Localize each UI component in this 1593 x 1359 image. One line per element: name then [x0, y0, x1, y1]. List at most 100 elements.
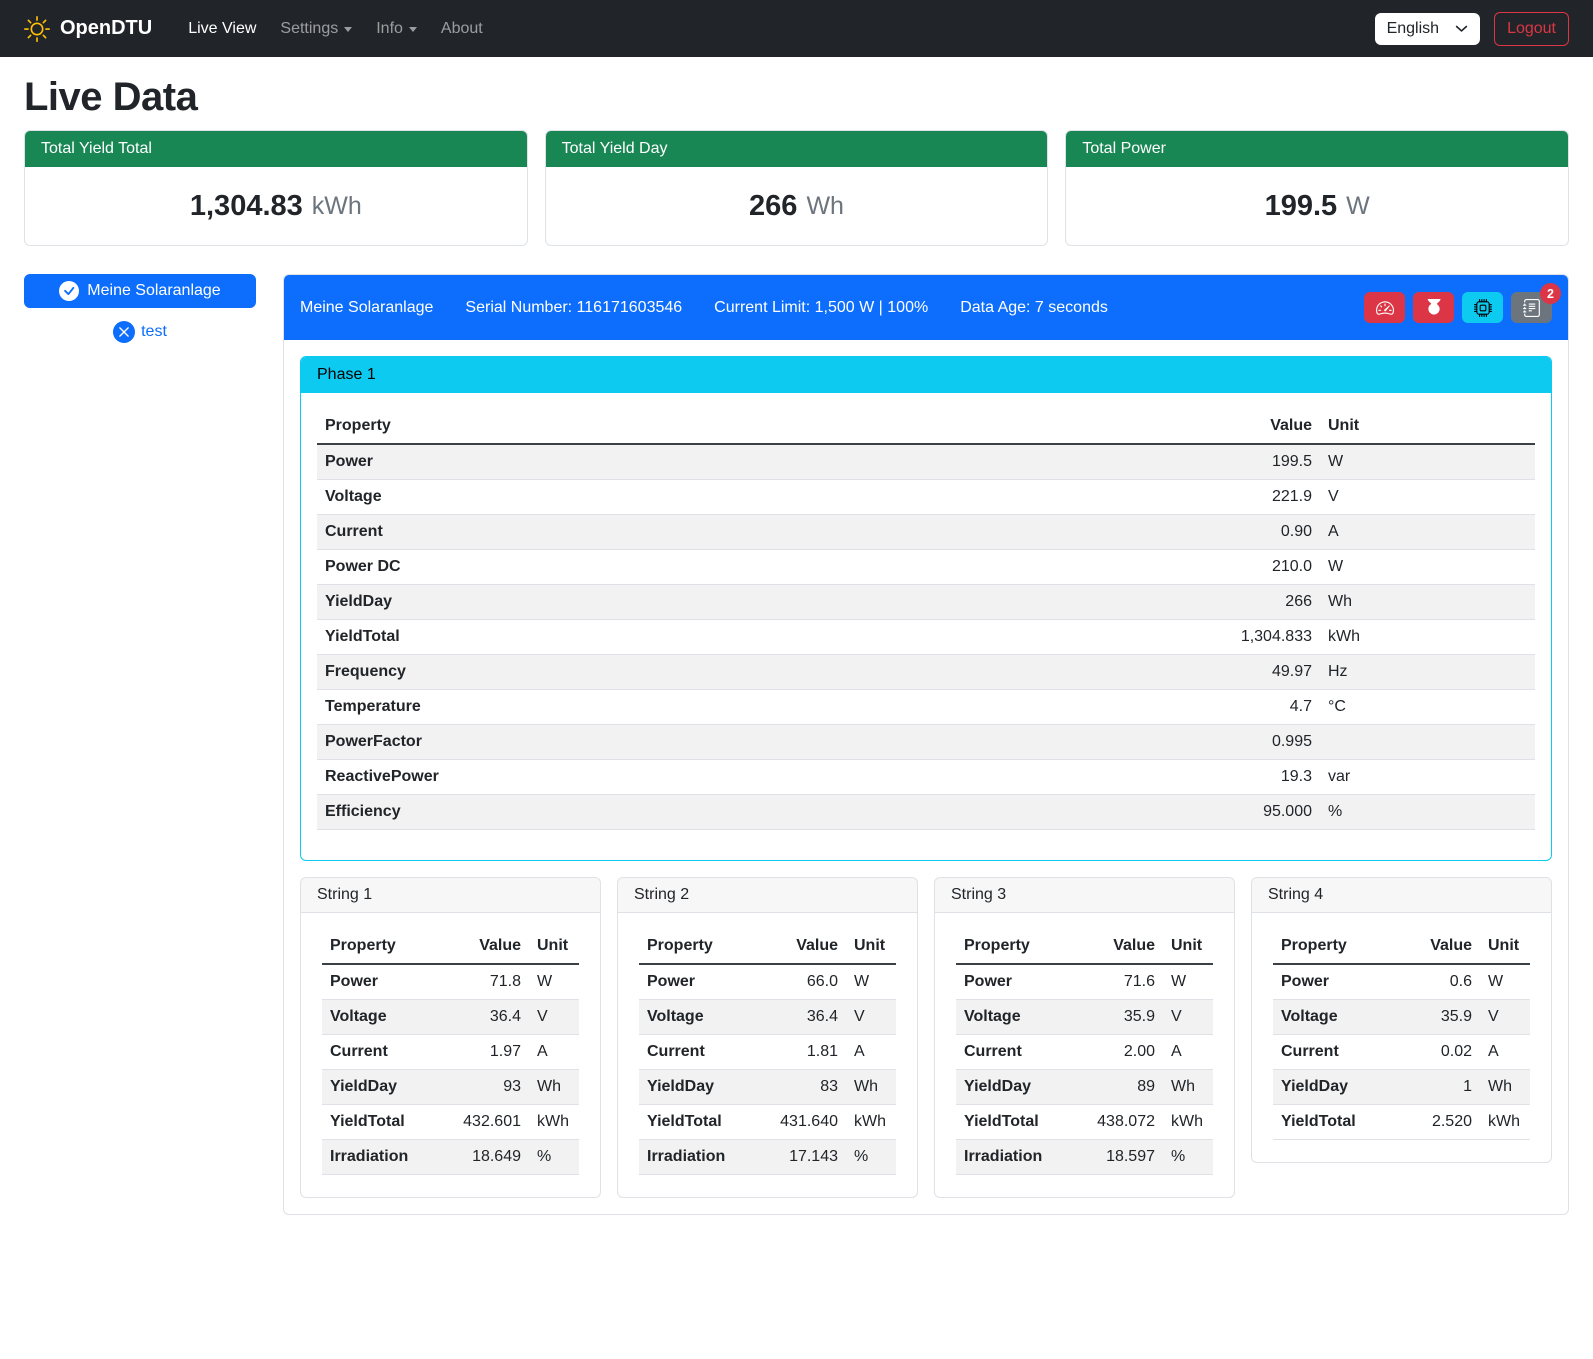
table-row: YieldDay266Wh — [317, 585, 1535, 620]
power-button[interactable] — [1413, 292, 1454, 323]
string-3-table: Property Value Unit Power71.6WVoltage35.… — [956, 929, 1213, 1175]
card-title: Total Yield Total — [25, 131, 527, 167]
table-row: Voltage221.9V — [317, 480, 1535, 515]
string-title: String 3 — [935, 878, 1234, 913]
property-cell: PowerFactor — [317, 725, 1180, 760]
value-cell: 266 — [1180, 585, 1320, 620]
table-row: Current0.90A — [317, 515, 1535, 550]
value-cell: 71.8 — [447, 964, 529, 1000]
nav-item-about[interactable]: About — [433, 12, 491, 46]
nav-item-settings[interactable]: Settings — [272, 12, 360, 46]
inverter-header: Meine Solaranlage Serial Number: 1161716… — [284, 275, 1568, 340]
nav-item-live-view[interactable]: Live View — [180, 12, 264, 46]
language-select[interactable]: English — [1375, 13, 1480, 45]
card-title: Total Power — [1066, 131, 1568, 167]
unit-cell: V — [1163, 1000, 1213, 1035]
column-property: Property — [639, 929, 764, 964]
unit-cell: V — [1480, 1000, 1530, 1035]
unit-cell: A — [1320, 515, 1535, 550]
property-cell: Current — [1273, 1035, 1398, 1070]
speedometer-icon — [1376, 299, 1394, 317]
value-cell: 71.6 — [1081, 964, 1163, 1000]
property-cell: Voltage — [956, 1000, 1081, 1035]
inverter-item-test[interactable]: test — [24, 321, 256, 343]
property-cell: Voltage — [317, 480, 1180, 515]
column-unit: Unit — [846, 929, 896, 964]
unit-cell: kWh — [529, 1105, 579, 1140]
value-cell: 432.601 — [447, 1105, 529, 1140]
property-cell: Power — [1273, 964, 1398, 1000]
column-unit: Unit — [1480, 929, 1530, 964]
table-row: YieldDay93Wh — [322, 1070, 579, 1105]
table-row: Power0.6W — [1273, 964, 1530, 1000]
device-info-button[interactable] — [1462, 292, 1503, 323]
inverter-selected-button[interactable]: Meine Solaranlage — [24, 274, 256, 308]
property-cell: YieldTotal — [639, 1105, 764, 1140]
limit-settings-button[interactable] — [1364, 292, 1405, 323]
property-cell: ReactivePower — [317, 760, 1180, 795]
card-value: 266 — [749, 190, 797, 223]
card-title: Total Yield Day — [546, 131, 1048, 167]
value-cell: 1 — [1398, 1070, 1480, 1105]
unit-cell: Wh — [1163, 1070, 1213, 1105]
property-cell: YieldDay — [956, 1070, 1081, 1105]
value-cell: 0.02 — [1398, 1035, 1480, 1070]
card-value-area: 266 Wh — [546, 167, 1048, 245]
power-icon — [1425, 299, 1443, 317]
string-1-card: String 1 Property Value Unit — [300, 877, 601, 1198]
event-log-button[interactable]: 2 — [1511, 292, 1552, 323]
table-row: YieldDay83Wh — [639, 1070, 896, 1105]
unit-cell: °C — [1320, 690, 1535, 725]
property-cell: YieldDay — [1273, 1070, 1398, 1105]
table-row: YieldTotal1,304.833kWh — [317, 620, 1535, 655]
property-cell: Power — [317, 444, 1180, 480]
table-row: Current1.81A — [639, 1035, 896, 1070]
cpu-icon — [1474, 299, 1492, 317]
unit-cell: Wh — [529, 1070, 579, 1105]
brand[interactable]: OpenDTU — [24, 16, 152, 42]
property-cell: Power — [322, 964, 447, 1000]
logout-button[interactable]: Logout — [1494, 12, 1569, 46]
inverter-name: Meine Solaranlage — [300, 299, 433, 317]
nav-item-info[interactable]: Info — [368, 12, 425, 46]
table-header-row: Property Value Unit — [956, 929, 1213, 964]
property-cell: Power DC — [317, 550, 1180, 585]
string-1-table: Property Value Unit Power71.8WVoltage36.… — [322, 929, 579, 1175]
card-value-area: 1,304.83 kWh — [25, 167, 527, 245]
check-circle-icon — [59, 281, 79, 301]
string-4-table: Property Value Unit Power0.6WVoltage35.9… — [1273, 929, 1530, 1140]
value-cell: 35.9 — [1081, 1000, 1163, 1035]
property-cell: Irradiation — [322, 1140, 447, 1175]
column-property: Property — [1273, 929, 1398, 964]
unit-cell: % — [529, 1140, 579, 1175]
page-title: Live Data — [24, 75, 1569, 120]
property-cell: Efficiency — [317, 795, 1180, 830]
total-yield-day-card: Total Yield Day 266 Wh — [545, 130, 1049, 246]
value-cell: 35.9 — [1398, 1000, 1480, 1035]
table-row: Power DC210.0W — [317, 550, 1535, 585]
value-cell: 0.90 — [1180, 515, 1320, 550]
value-cell: 1.81 — [764, 1035, 846, 1070]
string-title: String 4 — [1252, 878, 1551, 913]
value-cell: 18.597 — [1081, 1140, 1163, 1175]
event-count-badge: 2 — [1540, 283, 1561, 304]
property-cell: Temperature — [317, 690, 1180, 725]
unit-cell: Hz — [1320, 655, 1535, 690]
phase-table: Property Value Unit Power199.5WVoltage22… — [317, 409, 1535, 830]
property-cell: YieldDay — [317, 585, 1180, 620]
table-row: Power66.0W — [639, 964, 896, 1000]
navbar: OpenDTU Live View Settings Info About En… — [0, 0, 1593, 57]
value-cell: 438.072 — [1081, 1105, 1163, 1140]
column-value: Value — [764, 929, 846, 964]
column-value: Value — [1180, 409, 1320, 444]
card-value: 199.5 — [1265, 190, 1338, 223]
property-cell: Current — [317, 515, 1180, 550]
total-power-card: Total Power 199.5 W — [1065, 130, 1569, 246]
inverter-actions: 2 — [1364, 292, 1552, 323]
column-property: Property — [322, 929, 447, 964]
total-yield-total-card: Total Yield Total 1,304.83 kWh — [24, 130, 528, 246]
table-row: YieldDay89Wh — [956, 1070, 1213, 1105]
table-row: ReactivePower19.3var — [317, 760, 1535, 795]
column-unit: Unit — [1320, 409, 1535, 444]
table-row: YieldTotal432.601kWh — [322, 1105, 579, 1140]
